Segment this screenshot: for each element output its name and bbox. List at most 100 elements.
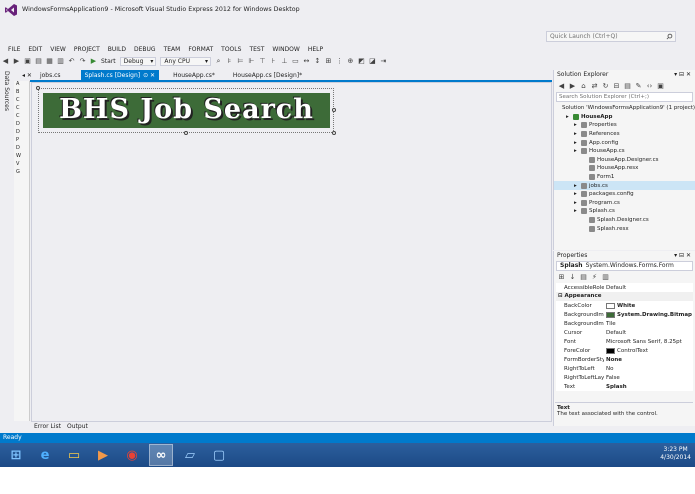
property-row[interactable]: BackgroundImage System.Drawing.Bitmap <box>556 310 693 319</box>
toolbox-group[interactable]: D <box>14 145 29 153</box>
tree-item[interactable]: ▸ jobs.cs <box>554 181 695 190</box>
send-back-icon[interactable]: ◪ <box>368 57 377 66</box>
property-row[interactable]: RightToLeft No <box>556 364 693 373</box>
property-pages-icon[interactable]: ▥ <box>601 273 610 282</box>
bottom-tab-output[interactable]: Output <box>64 423 91 430</box>
start-icon[interactable]: ▶ <box>89 57 98 66</box>
taskbar-button[interactable]: e <box>33 444 57 466</box>
forward-icon[interactable]: ▶ <box>12 57 21 66</box>
tree-item[interactable]: ▸ HouseApp <box>554 113 695 122</box>
tree-item[interactable]: Splash.Designer.cs <box>554 216 695 225</box>
grid-icon[interactable]: ⊞ <box>324 57 333 66</box>
property-row[interactable]: Text Splash <box>556 382 693 391</box>
toolbox-group[interactable]: C <box>14 97 29 105</box>
menu-item-project[interactable]: PROJECT <box>70 46 104 53</box>
taskbar-button[interactable]: ⊞ <box>4 444 28 466</box>
toolbox-group[interactable]: C <box>14 113 29 121</box>
start-button[interactable]: Start <box>101 58 116 65</box>
tree-item[interactable]: Splash.resx <box>554 224 695 233</box>
bring-front-icon[interactable]: ◩ <box>357 57 366 66</box>
tree-item[interactable]: ▸ Properties <box>554 121 695 130</box>
expand-arrow-icon[interactable]: ▸ <box>574 148 579 154</box>
panel-menu-icon[interactable]: ▾ ⊟ ✕ <box>674 70 691 80</box>
tree-item[interactable]: ▸ App.config <box>554 138 695 147</box>
tree-item[interactable]: ▸ packages.config <box>554 190 695 199</box>
property-value[interactable]: No <box>604 366 693 372</box>
center-icon[interactable]: ⊕ <box>346 57 355 66</box>
properties-icon[interactable]: ▤ <box>579 273 588 282</box>
undo-icon[interactable]: ↶ <box>67 57 76 66</box>
property-value[interactable]: Default <box>604 285 693 291</box>
align-right-icon[interactable]: ⊩ <box>247 57 256 66</box>
property-value[interactable]: Tile <box>604 321 693 327</box>
tab-order-icon[interactable]: ⇥ <box>379 57 388 66</box>
platform-dropdown[interactable]: Any CPU <box>160 56 211 66</box>
save-icon[interactable]: ▦ <box>45 57 54 66</box>
toolbox-group[interactable]: P <box>14 137 29 145</box>
property-row[interactable]: BackgroundImageLayoutTile <box>556 319 693 328</box>
align-center-icon[interactable]: ⊨ <box>236 57 245 66</box>
property-row[interactable]: FormBorderStyleNone <box>556 355 693 364</box>
property-value[interactable]: System.Drawing.Bitmap <box>604 311 693 318</box>
property-value[interactable]: None <box>604 357 693 363</box>
property-row[interactable]: Cursor Default <box>556 328 693 337</box>
tree-item[interactable]: ▸ Splash.cs <box>554 207 695 216</box>
expand-arrow-icon[interactable]: ▸ <box>574 208 579 214</box>
resize-handle[interactable] <box>184 131 188 135</box>
menu-item-format[interactable]: FORMAT <box>184 46 217 53</box>
properties-icon[interactable]: ✎ <box>634 82 643 91</box>
taskbar-button[interactable]: ▱ <box>178 444 202 466</box>
align-middle-icon[interactable]: ⊦ <box>269 57 278 66</box>
form-designer-surface[interactable] <box>31 82 552 422</box>
property-value[interactable]: Microsoft Sans Serif, 8.25pt <box>604 339 693 345</box>
tray-date[interactable]: 4/30/2014 <box>660 454 691 462</box>
expand-arrow-icon[interactable]: ▸ <box>574 183 579 189</box>
property-value[interactable]: White <box>604 302 693 309</box>
menu-item-debug[interactable]: DEBUG <box>130 46 160 53</box>
collapse-all-icon[interactable]: ⊟ <box>612 82 621 91</box>
menu-item-view[interactable]: VIEW <box>46 46 70 53</box>
toolbox-group[interactable]: W <box>14 153 29 161</box>
tree-item[interactable]: Solution 'WindowsFormsApplication9' (1 p… <box>554 104 695 113</box>
resize-handle[interactable] <box>332 131 336 135</box>
tree-item[interactable]: HouseApp.resx <box>554 164 695 173</box>
taskbar-button[interactable]: ∞ <box>149 444 173 466</box>
property-value[interactable]: False <box>604 375 693 381</box>
show-all-files-icon[interactable]: ▤ <box>623 82 632 91</box>
refresh-icon[interactable]: ↻ <box>601 82 610 91</box>
view-code-icon[interactable]: ‹› <box>645 82 654 91</box>
home-icon[interactable]: ⌂ <box>579 82 588 91</box>
close-tab-icon[interactable]: ⊙ ✕ <box>143 72 155 79</box>
align-top-icon[interactable]: ⊤ <box>258 57 267 66</box>
expand-arrow-icon[interactable]: ▸ <box>574 122 579 128</box>
property-value[interactable]: Default <box>604 330 693 336</box>
property-row[interactable]: RightToLeftLayoutFalse <box>556 373 693 382</box>
new-project-icon[interactable]: ▣ <box>23 57 32 66</box>
back-icon[interactable]: ◀ <box>1 57 10 66</box>
resize-handle[interactable] <box>36 86 40 90</box>
property-row[interactable]: BackColor White <box>556 301 693 310</box>
toolbox-group[interactable]: G <box>14 169 29 177</box>
back-icon[interactable]: ◀ <box>557 82 566 91</box>
same-width-icon[interactable]: ↔ <box>302 57 311 66</box>
menu-item-tools[interactable]: TOOLS <box>217 46 245 53</box>
same-height-icon[interactable]: ↕ <box>313 57 322 66</box>
spacing-icon[interactable]: ⋮ <box>335 57 344 66</box>
property-value[interactable]: Splash <box>604 384 693 390</box>
categorized-icon[interactable]: ⊞ <box>557 273 566 282</box>
tray-time[interactable]: 3:23 PM <box>660 446 691 454</box>
forward-icon[interactable]: ▶ <box>568 82 577 91</box>
toolbox-group[interactable]: V <box>14 161 29 169</box>
object-selector-dropdown[interactable]: Splash System.Windows.Forms.Form <box>556 261 693 271</box>
menu-item-edit[interactable]: EDIT <box>24 46 46 53</box>
taskbar-button[interactable]: ▭ <box>62 444 86 466</box>
property-row[interactable]: Font Microsoft Sans Serif, 8.25pt <box>556 337 693 346</box>
same-size-icon[interactable]: ▭ <box>291 57 300 66</box>
save-all-icon[interactable]: ▥ <box>56 57 65 66</box>
menu-item-file[interactable]: FILE <box>4 46 24 53</box>
open-file-icon[interactable]: ▤ <box>34 57 43 66</box>
menu-item-test[interactable]: TEST <box>245 46 268 53</box>
sync-icon[interactable]: ⇄ <box>590 82 599 91</box>
tree-item[interactable]: Form1 <box>554 173 695 182</box>
menu-item-team[interactable]: TEAM <box>160 46 185 53</box>
